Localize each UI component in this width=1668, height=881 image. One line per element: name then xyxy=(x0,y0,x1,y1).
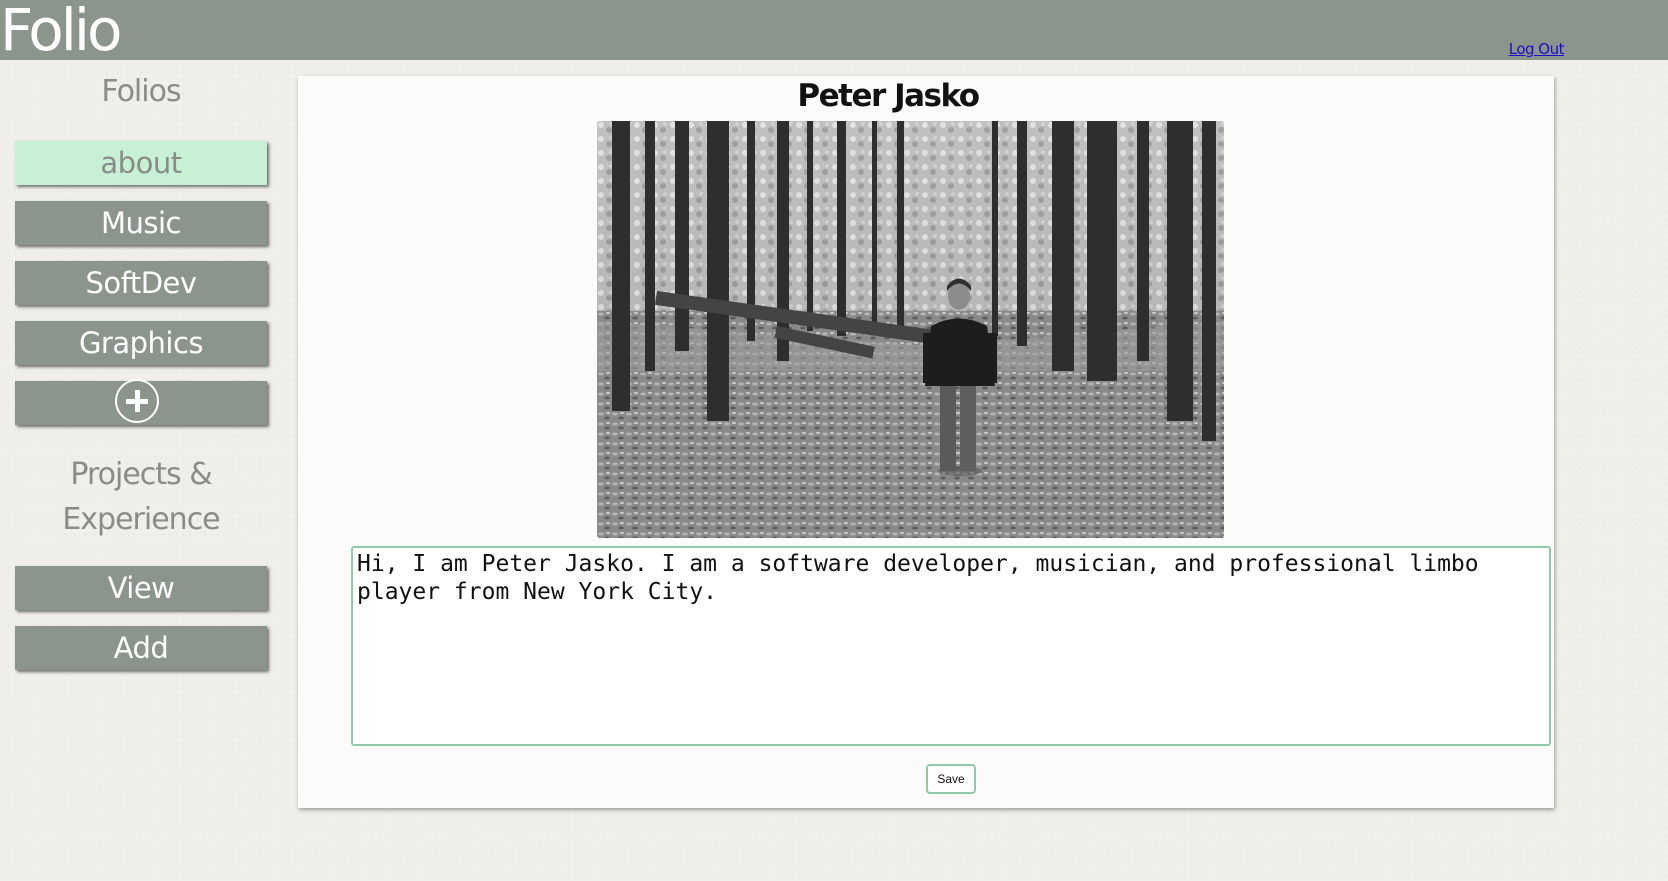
sidebar-item-softdev[interactable]: SoftDev xyxy=(15,261,267,305)
view-projects-button[interactable]: View xyxy=(15,566,267,610)
profile-card: Peter Jasko Hi, I am Peter Jasko. I am a… xyxy=(298,76,1554,808)
add-folio-button[interactable] xyxy=(15,379,267,425)
profile-photo xyxy=(597,121,1224,538)
folios-heading: Folios xyxy=(101,74,181,109)
add-project-button[interactable]: Add xyxy=(15,626,267,670)
app-logo: Folio xyxy=(0,0,122,64)
bio-textarea[interactable]: Hi, I am Peter Jasko. I am a software de… xyxy=(351,546,1551,746)
logout-link[interactable]: Log Out xyxy=(1509,40,1565,58)
sidebar-item-music[interactable]: Music xyxy=(15,201,267,245)
sidebar-item-about[interactable]: about xyxy=(15,141,267,185)
sidebar-item-graphics[interactable]: Graphics xyxy=(15,321,267,365)
page-title: Peter Jasko xyxy=(797,78,980,114)
projects-heading-line1: Projects & xyxy=(70,457,212,492)
projects-heading-line2: Experience xyxy=(62,502,220,537)
plus-circle-icon xyxy=(115,379,159,423)
projects-heading: Projects & Experience xyxy=(0,452,282,542)
save-button[interactable]: Save xyxy=(926,764,976,794)
sidebar: Folios about Music SoftDev Graphics Proj… xyxy=(0,60,282,881)
header-bar: Folio Log Out xyxy=(0,0,1668,64)
